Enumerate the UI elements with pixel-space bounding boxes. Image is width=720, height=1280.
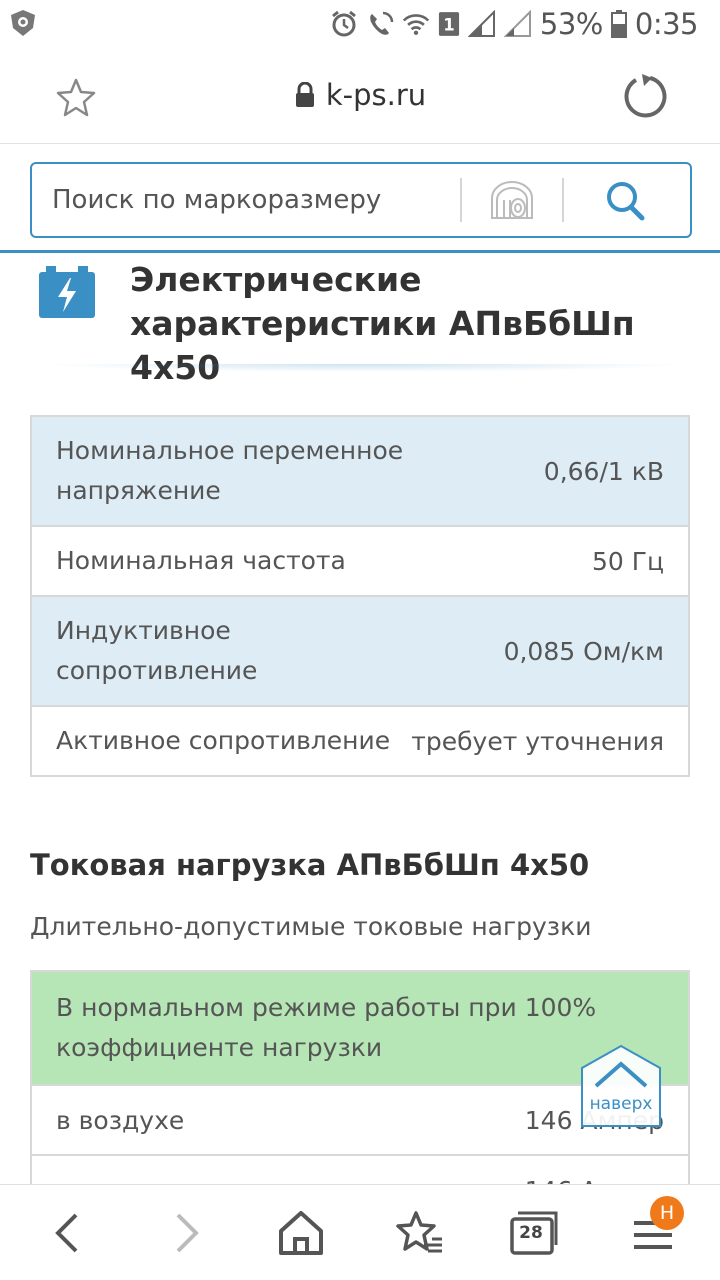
reload-icon[interactable] xyxy=(620,72,668,120)
divider xyxy=(562,178,564,222)
alarm-icon xyxy=(331,10,356,37)
search-box xyxy=(30,162,692,238)
cable-drum-icon[interactable] xyxy=(488,178,536,224)
signal-icon xyxy=(503,10,531,37)
spec-value: 0,66/1 кВ xyxy=(543,456,664,486)
back-to-top-button[interactable]: наверх xyxy=(580,1044,662,1128)
load-label: в воздухе xyxy=(56,1105,185,1135)
clock: 0:35 xyxy=(634,7,699,41)
sim-icon: 1 xyxy=(438,12,459,36)
url-display[interactable]: k-ps.ru xyxy=(0,78,720,112)
home-icon[interactable] xyxy=(276,1209,326,1257)
wifi-call-icon xyxy=(370,11,394,35)
divider xyxy=(460,178,462,222)
table-row: Индуктивное сопротивление 0,085 Ом/км xyxy=(32,597,688,707)
spec-value: требует уточнения xyxy=(411,726,664,756)
tabs-icon[interactable]: 28 xyxy=(510,1209,560,1257)
tabs-count: 28 xyxy=(519,1223,543,1243)
shield-icon xyxy=(11,10,35,36)
back-to-top-label: наверх xyxy=(589,1094,653,1114)
battery-lightning-icon xyxy=(39,266,95,318)
spec-label: Индуктивное сопротивление xyxy=(56,616,258,685)
url-text: k-ps.ru xyxy=(325,78,427,112)
battery-percent: 53% xyxy=(539,7,603,41)
bookmarks-icon[interactable] xyxy=(394,1209,444,1257)
wifi-icon xyxy=(402,14,430,35)
lock-icon xyxy=(295,82,314,107)
sim-slot-label: 1 xyxy=(443,15,454,34)
header-underline xyxy=(0,250,720,253)
current-load-title: Токовая нагрузка АПвБбШп 4х50 xyxy=(30,848,590,882)
electrical-specs-table: Номинальное переменное напряжение 0,66/1… xyxy=(30,415,690,777)
title-divider xyxy=(40,364,690,372)
menu-badge: Н xyxy=(650,1196,684,1230)
table-row: Номинальная частота 50 Гц xyxy=(32,527,688,597)
spec-value: 50 Гц xyxy=(591,546,664,576)
current-load-subtitle: Длительно-допустимые токовые нагрузки xyxy=(30,912,592,941)
back-icon[interactable] xyxy=(44,1209,94,1257)
spec-value: 0,085 Ом/км xyxy=(503,636,664,666)
search-input[interactable] xyxy=(52,164,452,236)
spec-label: Номинальная частота xyxy=(56,546,346,575)
chevron-up-icon xyxy=(581,1044,661,1127)
signal-icon xyxy=(467,10,495,37)
table-row: Номинальное переменное напряжение 0,66/1… xyxy=(32,417,688,527)
status-bar: 1 53% 0:35 xyxy=(0,0,720,48)
address-bar: k-ps.ru xyxy=(0,48,720,144)
search-icon[interactable] xyxy=(602,178,650,224)
battery-icon xyxy=(610,10,627,38)
browser-bottom-nav: 28 xyxy=(0,1184,720,1280)
forward-icon[interactable] xyxy=(160,1209,210,1257)
spec-label: Номинальное переменное напряжение xyxy=(56,436,404,505)
table-row: Активное сопротивление требует уточнения xyxy=(32,707,688,775)
spec-label: Активное сопротивление xyxy=(56,726,391,755)
